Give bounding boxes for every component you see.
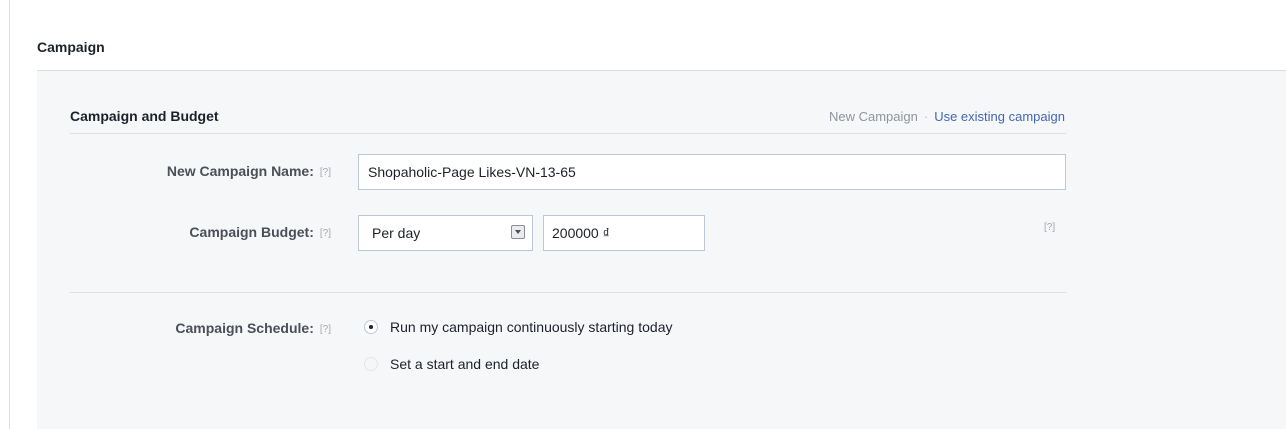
new-campaign-link[interactable]: New Campaign (829, 109, 918, 124)
budget-period-select[interactable]: Per day (358, 215, 533, 251)
section-title: Campaign (37, 39, 105, 55)
campaign-schedule-label: Campaign Schedule: [?] (175, 320, 331, 336)
schedule-option-label: Set a start and end date (390, 356, 540, 372)
campaign-budget-label: Campaign Budget: [?] (189, 224, 331, 240)
campaign-name-label: New Campaign Name: [?] (167, 163, 331, 179)
campaign-budget-panel: Campaign and Budget New Campaign · Use exi… (37, 71, 1286, 429)
card-divider-top (70, 133, 1066, 134)
budget-amount-input[interactable]: 200000 ₫ (543, 215, 705, 251)
campaign-name-input[interactable]: Shopaholic-Page Likes-VN-13-65 (358, 154, 1066, 190)
radio-selected-icon[interactable] (364, 320, 378, 334)
schedule-option-label: Run my campaign continuously starting to… (390, 319, 673, 335)
campaign-name-help-icon[interactable]: [?] (320, 167, 331, 178)
use-existing-campaign-link[interactable]: Use existing campaign (934, 109, 1065, 124)
campaign-mode-links: New Campaign · Use existing campaign (829, 109, 1065, 124)
budget-period-value: Per day (372, 225, 421, 241)
left-border (9, 0, 10, 429)
campaign-schedule-help-icon[interactable]: [?] (320, 324, 331, 335)
budget-amount-help-icon[interactable]: [?] (1044, 222, 1055, 233)
card-title: Campaign and Budget (70, 108, 219, 124)
campaign-schedule-label-text: Campaign Schedule: (175, 320, 314, 336)
schedule-option-start-end[interactable]: Set a start and end date (364, 356, 539, 372)
campaign-name-label-text: New Campaign Name: (166, 163, 314, 179)
schedule-option-continuous[interactable]: Run my campaign continuously starting to… (364, 319, 672, 335)
card-divider-bottom (70, 292, 1066, 293)
radio-unselected-icon[interactable] (364, 357, 378, 371)
campaign-budget-label-text: Campaign Budget: (189, 224, 314, 240)
chevron-down-icon[interactable] (511, 225, 525, 239)
link-separator: · (923, 109, 929, 124)
campaign-budget-help-icon[interactable]: [?] (320, 228, 331, 239)
